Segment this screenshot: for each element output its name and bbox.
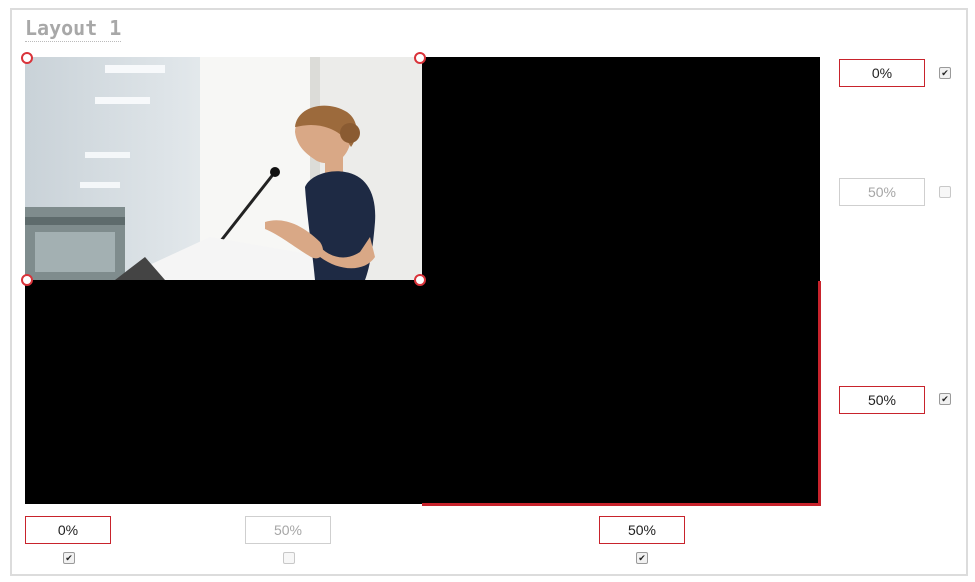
guide-input-lower[interactable]: 50%: [839, 386, 925, 414]
guide-input-bottom-middle[interactable]: 50%: [245, 516, 331, 544]
guide-checkbox-top-icon[interactable]: ✔: [939, 67, 951, 79]
resize-handle-top-left-icon[interactable]: [21, 52, 33, 64]
guide-checkbox-bottom-right-icon[interactable]: ✔: [636, 552, 648, 564]
guide-input-bottom-left[interactable]: 0%: [25, 516, 111, 544]
guide-checkbox-bottom-middle-icon[interactable]: ✔: [283, 552, 295, 564]
guide-input-middle[interactable]: 50%: [839, 178, 925, 206]
resize-handle-top-right-icon[interactable]: [414, 52, 426, 64]
resize-handle-bottom-right-icon[interactable]: [414, 274, 426, 286]
guide-input-bottom-right[interactable]: 50%: [599, 516, 685, 544]
speaker-image: [25, 57, 422, 280]
guide-checkbox-lower-icon[interactable]: ✔: [939, 393, 951, 405]
resize-handle-bottom-left-icon[interactable]: [21, 274, 33, 286]
guide-checkbox-middle-icon[interactable]: ✔: [939, 186, 951, 198]
guide-checkbox-bottom-left-icon[interactable]: ✔: [63, 552, 75, 564]
layout-title[interactable]: Layout 1: [25, 17, 122, 42]
selection-border-right: [818, 281, 821, 505]
selection-border-bottom: [422, 503, 821, 506]
video-source-thumbnail[interactable]: [25, 57, 422, 280]
guide-input-top[interactable]: 0%: [839, 59, 925, 87]
